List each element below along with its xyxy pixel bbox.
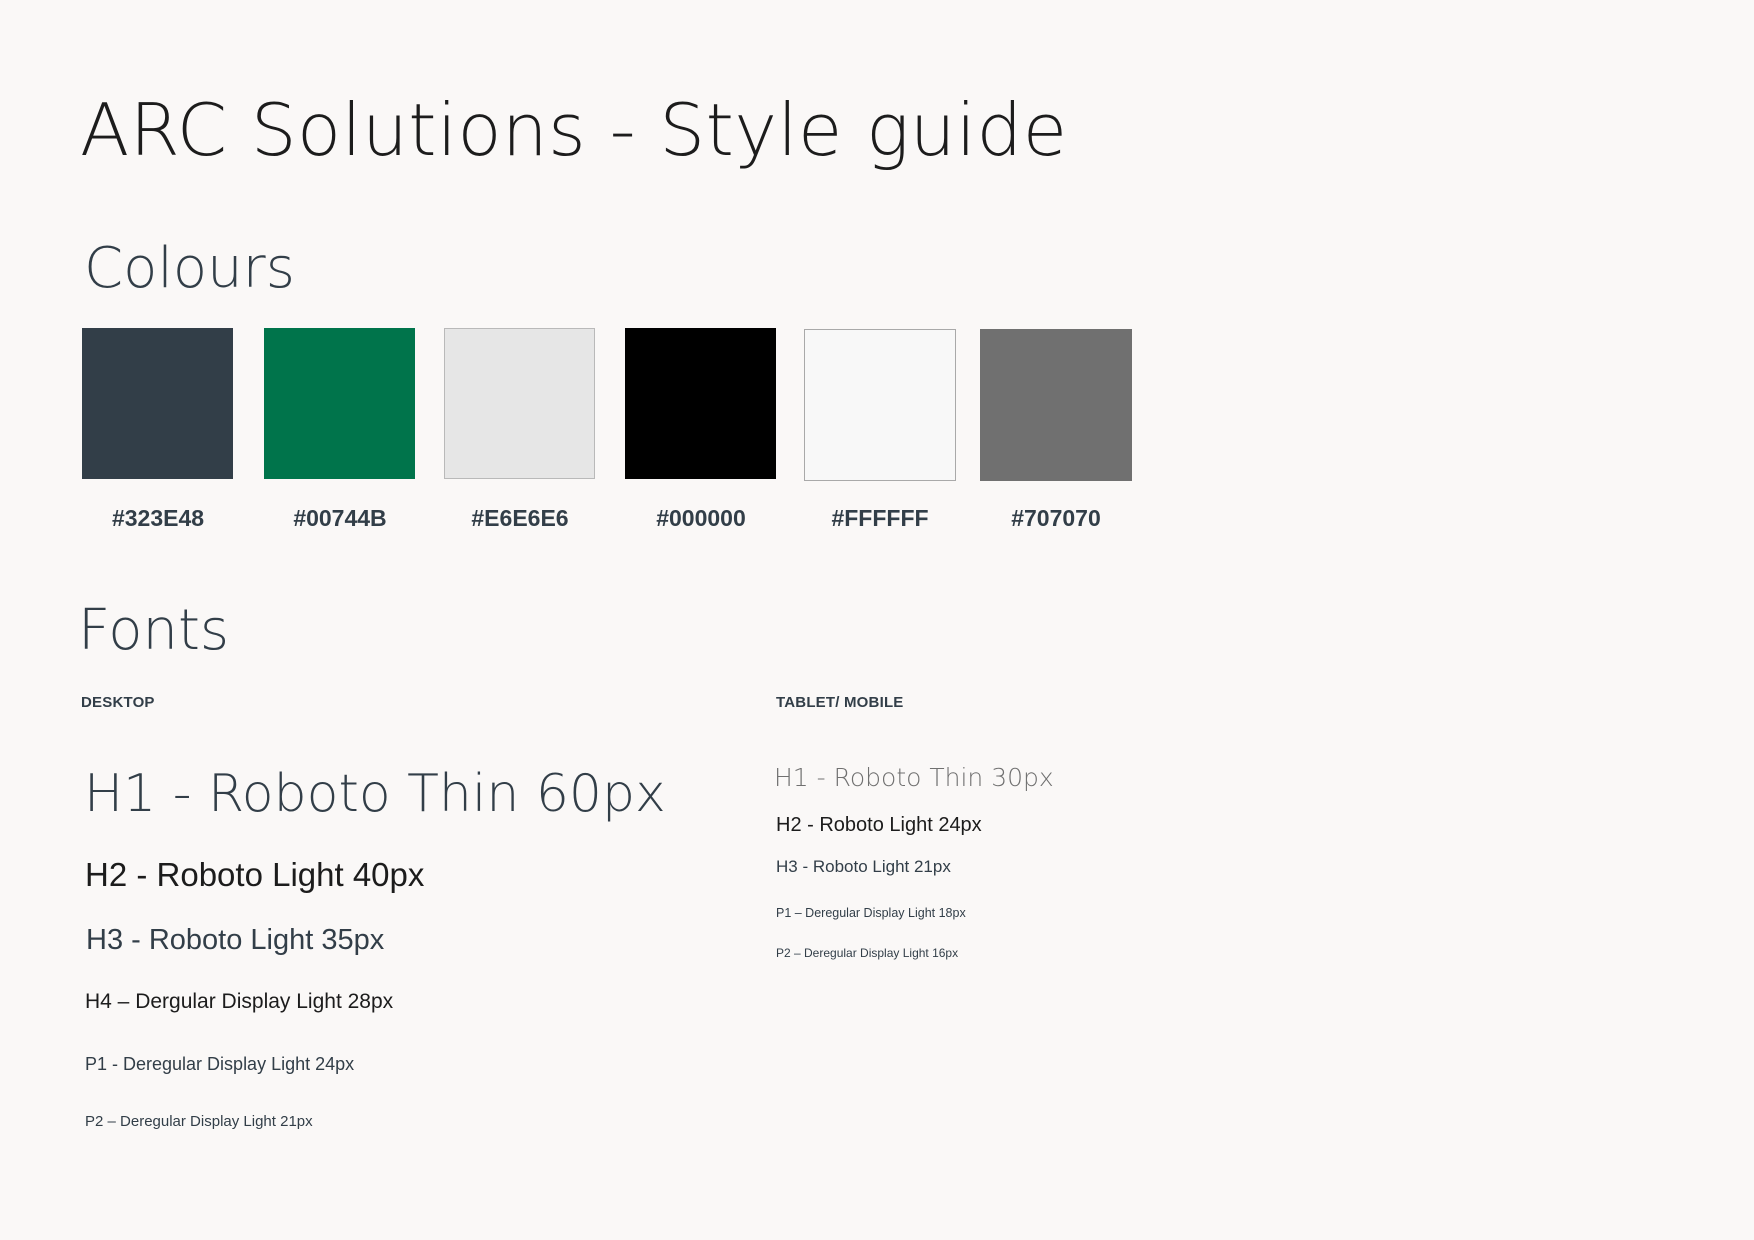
page-title: ARC Solutions - Style guide xyxy=(80,88,1068,172)
desktop-h1-sample: H1 - Roboto Thin 60px xyxy=(84,764,666,824)
desktop-p2-sample: P2 – Deregular Display Light 21px xyxy=(85,1113,313,1130)
mobile-h2-sample: H2 - Roboto Light 24px xyxy=(776,814,982,836)
swatch-hex-label: #323E48 xyxy=(111,505,205,531)
mobile-p1-sample: P1 – Deregular Display Light 18px xyxy=(776,906,966,920)
mobile-h3-sample: H3 - Roboto Light 21px xyxy=(776,857,951,876)
mobile-h1-sample: H1 - Roboto Thin 30px xyxy=(774,763,1054,792)
swatch-hex-label: #E6E6E6 xyxy=(471,505,569,531)
desktop-h4-sample: H4 – Dergular Display Light 28px xyxy=(85,990,394,1013)
desktop-h2-sample: H2 - Roboto Light 40px xyxy=(85,856,425,893)
desktop-p1-sample: P1 - Deregular Display Light 24px xyxy=(85,1054,355,1074)
desktop-h3-sample: H3 - Roboto Light 35px xyxy=(86,924,385,956)
swatch-hex-label: #707070 xyxy=(1011,505,1101,531)
colour-swatch xyxy=(82,328,233,479)
mobile-p2-sample: P2 – Deregular Display Light 16px xyxy=(776,946,959,960)
fonts-heading: Fonts xyxy=(78,598,230,663)
colours-heading: Colours xyxy=(84,236,295,301)
swatch-hex-label: #00744B xyxy=(293,505,387,531)
colour-swatch xyxy=(444,328,595,479)
swatch-hex-label: #000000 xyxy=(656,505,746,531)
colour-swatch xyxy=(264,328,415,479)
colour-swatch xyxy=(980,329,1132,481)
colour-swatch xyxy=(804,329,956,481)
colour-swatch xyxy=(625,328,776,479)
tablet-mobile-label: TABLET/ MOBILE xyxy=(776,694,904,711)
swatch-hex-label: #FFFFFF xyxy=(831,505,929,531)
desktop-label: DESKTOP xyxy=(81,694,155,711)
